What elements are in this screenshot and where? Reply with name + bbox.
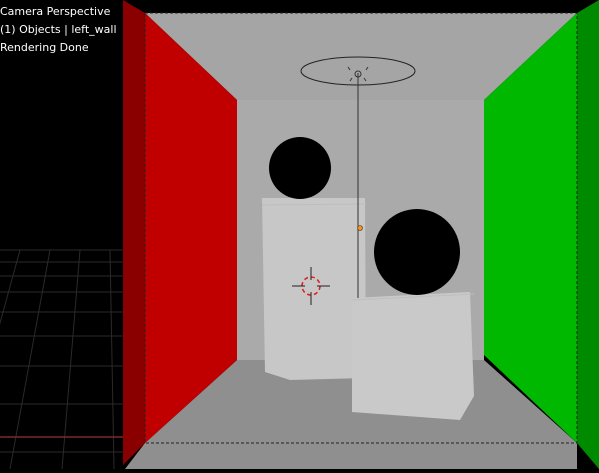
object-info-label: (1) Objects | left_wall — [0, 23, 117, 36]
sphere-left[interactable] — [269, 137, 331, 199]
3d-viewport[interactable]: Camera Perspective (1) Objects | left_wa… — [0, 0, 599, 470]
short-box[interactable] — [352, 292, 474, 420]
floor-grid — [0, 249, 125, 470]
sphere-right[interactable] — [374, 209, 460, 295]
left-wall-edge[interactable] — [123, 0, 145, 465]
render-status-label: Rendering Done — [0, 41, 89, 54]
viewport-info-overlay: Camera Perspective (1) Objects | left_wa… — [0, 3, 117, 57]
object-origin-icon[interactable] — [357, 225, 363, 231]
tall-box[interactable] — [262, 198, 366, 380]
viewport-canvas[interactable] — [0, 0, 599, 470]
view-name-label: Camera Perspective — [0, 5, 111, 18]
right-wall-edge[interactable] — [577, 0, 599, 469]
